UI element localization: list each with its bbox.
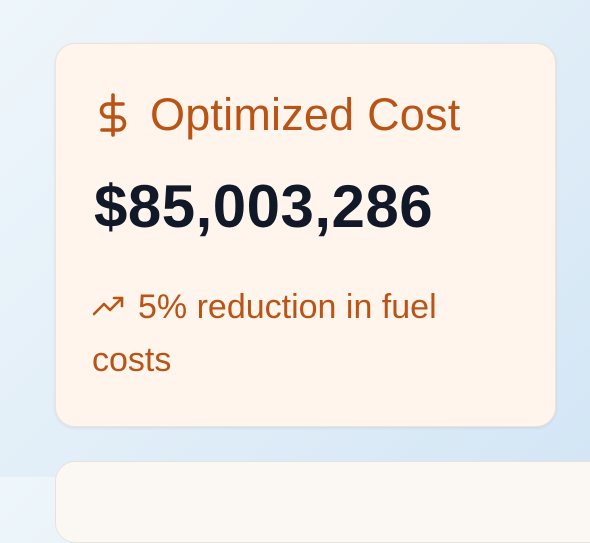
trending-up-icon — [92, 295, 126, 317]
dollar-icon — [98, 92, 128, 137]
next-card — [55, 461, 590, 543]
optimized-cost-card: Optimized Cost $85,003,286 5% reduction … — [55, 43, 556, 427]
cost-note-text: 5% reduction in fuel costs — [92, 288, 437, 379]
cost-note: 5% reduction in fuel costs — [92, 281, 522, 386]
card-title: Optimized Cost — [150, 89, 461, 140]
cost-value: $85,003,286 — [94, 173, 434, 240]
card-header: Optimized Cost — [98, 92, 460, 137]
